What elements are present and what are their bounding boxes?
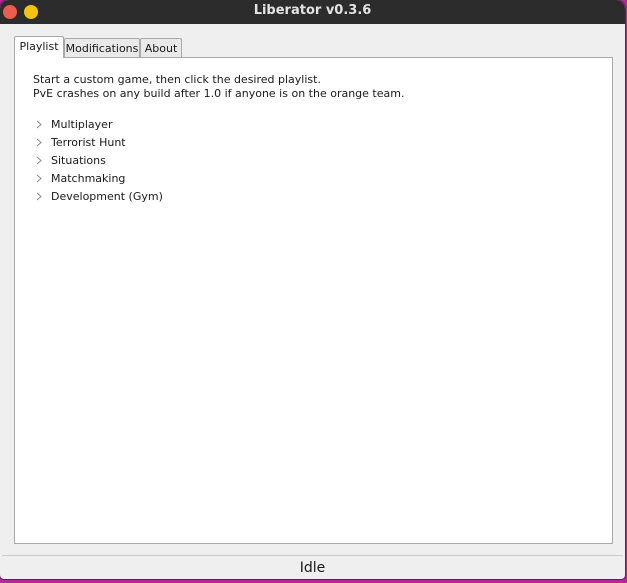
tree-item-label: Matchmaking [51, 171, 126, 185]
instruction-line: PvE crashes on any build after 1.0 if an… [33, 87, 405, 100]
tree-item-label: Multiplayer [51, 117, 113, 131]
tab-playlist[interactable]: Playlist [14, 36, 64, 58]
tree-item-situations[interactable]: Situations [33, 151, 163, 169]
tree-item-terrorist-hunt[interactable]: Terrorist Hunt [33, 133, 163, 151]
tree-item-development-gym[interactable]: Development (Gym) [33, 187, 163, 205]
tab-about[interactable]: About [140, 38, 182, 57]
tree-item-label: Terrorist Hunt [51, 135, 126, 149]
tree-item-label: Development (Gym) [51, 189, 163, 203]
chevron-right-icon[interactable] [33, 169, 51, 187]
status-bar: Idle [299, 560, 326, 576]
instruction-line: Start a custom game, then click the desi… [33, 73, 321, 86]
chevron-right-icon[interactable] [33, 187, 51, 205]
tree-item-matchmaking[interactable]: Matchmaking [33, 169, 163, 187]
playlist-tree: Multiplayer Terrorist Hunt Situations Ma… [33, 115, 163, 205]
instructions: Start a custom game, then click the desi… [33, 73, 404, 101]
chevron-right-icon[interactable] [33, 133, 51, 151]
app-window: Liberator v0.3.6 Playlist Modifications … [0, 0, 625, 579]
playlist-panel: Start a custom game, then click the desi… [14, 57, 613, 544]
chevron-right-icon[interactable] [33, 115, 51, 133]
chevron-right-icon[interactable] [33, 151, 51, 169]
tab-modifications[interactable]: Modifications [64, 38, 140, 57]
window-title: Liberator v0.3.6 [253, 3, 372, 18]
tree-item-multiplayer[interactable]: Multiplayer [33, 115, 163, 133]
title-bar[interactable]: Liberator v0.3.6 [0, 0, 625, 24]
tree-item-label: Situations [51, 153, 106, 167]
